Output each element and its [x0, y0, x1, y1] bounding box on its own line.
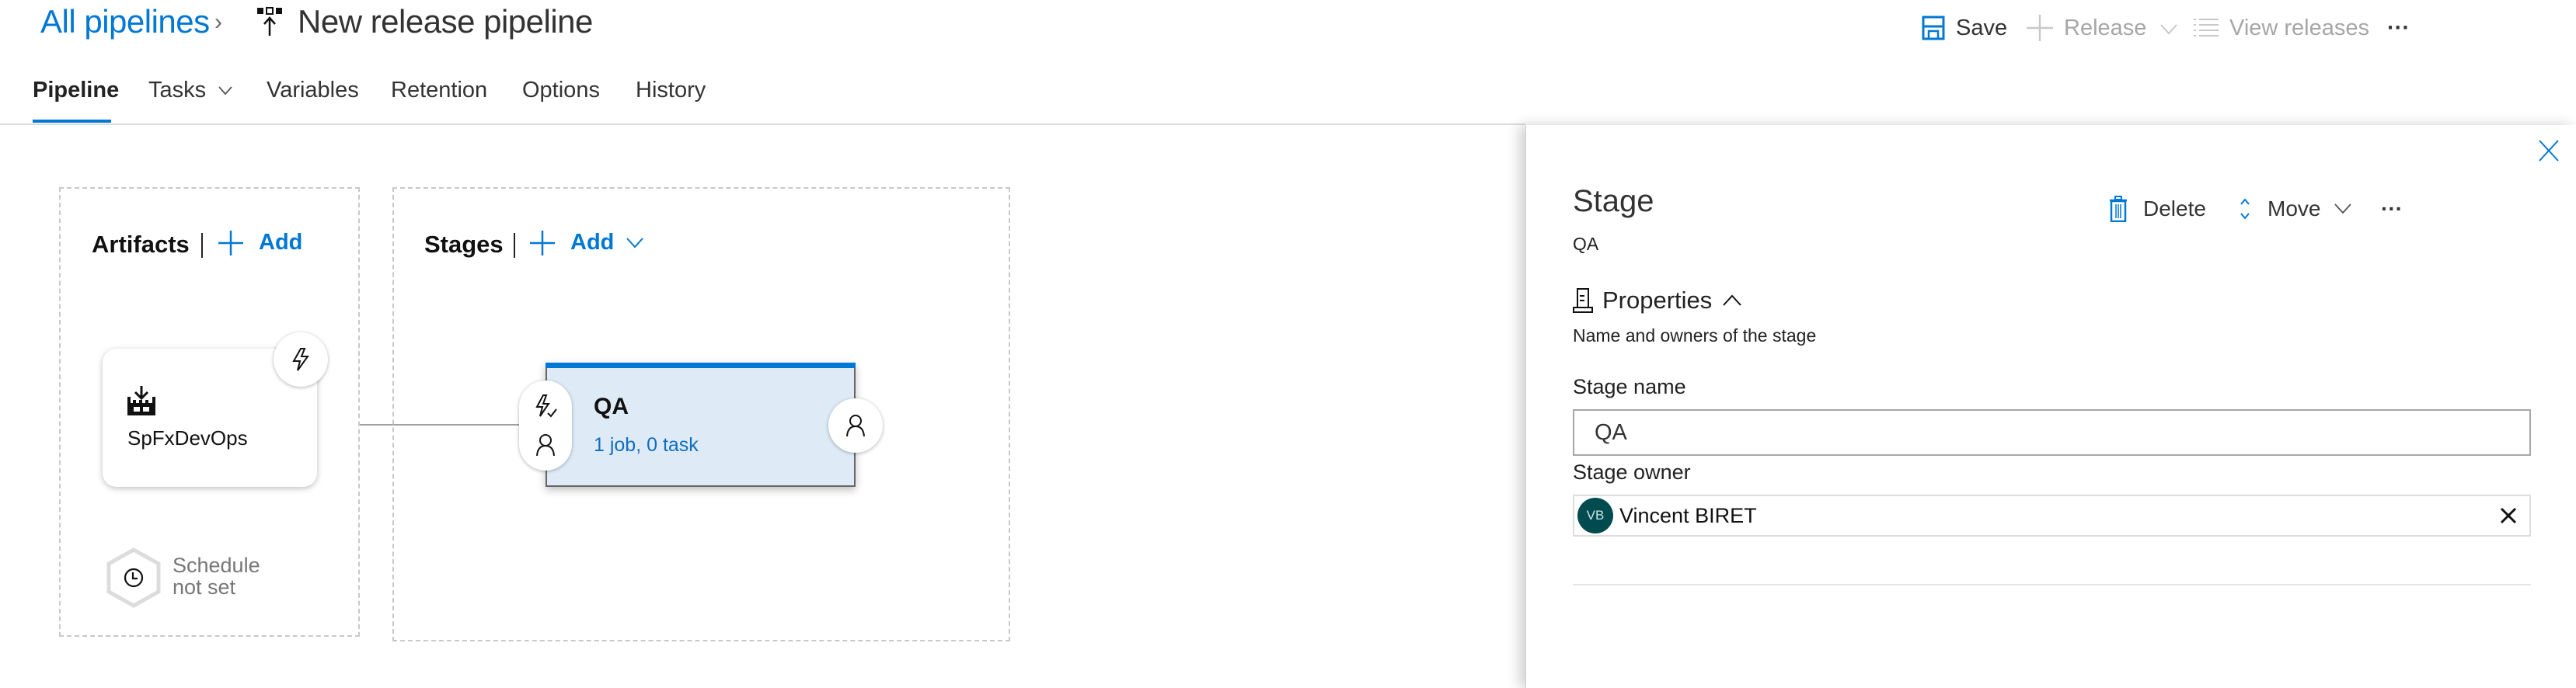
- tab-tasks[interactable]: Tasks: [148, 78, 232, 103]
- breadcrumb-separator-icon: ›: [214, 9, 222, 35]
- section-divider: [1573, 584, 2531, 585]
- stages-title: Stages: [424, 231, 504, 258]
- build-artifact-icon: [127, 386, 155, 415]
- stage-name: QA: [594, 394, 629, 419]
- delete-label: Delete: [2143, 196, 2206, 221]
- properties-description: Name and owners of the stage: [1573, 325, 1817, 346]
- stage-card-qa[interactable]: QA 1 job, 0 task: [546, 363, 856, 487]
- tab-variables[interactable]: Variables: [267, 78, 359, 103]
- stage-owner-label: Stage owner: [1573, 460, 1691, 484]
- schedule-line-2: not set: [173, 575, 236, 599]
- chevron-down-icon: [2160, 16, 2178, 41]
- plus-icon: [2027, 15, 2053, 41]
- artifacts-title: Artifacts: [92, 231, 190, 258]
- add-artifact-label: Add: [259, 230, 303, 255]
- add-stage-button[interactable]: Add: [530, 230, 644, 255]
- active-tab-indicator: [33, 120, 111, 123]
- schedule-button[interactable]: [106, 547, 162, 608]
- view-releases-label: View releases: [2229, 15, 2370, 40]
- lightning-icon: [292, 348, 309, 371]
- chevron-down-icon: [626, 237, 644, 248]
- chevron-up-icon: [1723, 294, 1742, 306]
- move-label: Move: [2268, 196, 2321, 221]
- post-approvals-person-icon: [846, 415, 865, 437]
- release-label: Release: [2064, 15, 2147, 40]
- pre-approvals-person-icon[interactable]: [535, 433, 556, 457]
- artifact-trigger-button[interactable]: [274, 332, 328, 387]
- properties-section-toggle[interactable]: Properties: [1573, 287, 1742, 314]
- add-stage-label: Add: [570, 230, 615, 255]
- more-actions-button[interactable]: ···: [2387, 11, 2410, 45]
- properties-title: Properties: [1602, 287, 1713, 314]
- tab-tasks-label: Tasks: [148, 78, 207, 103]
- save-icon: [1922, 16, 1945, 40]
- stage-selected-bar: [546, 363, 856, 368]
- title-separator: [201, 233, 203, 258]
- release-pipeline-icon: [257, 7, 282, 36]
- owner-name: Vincent BIRET: [1619, 503, 1757, 527]
- view-releases-button[interactable]: View releases: [2194, 11, 2369, 45]
- plus-icon: [218, 230, 243, 255]
- delete-stage-button[interactable]: Delete: [2109, 192, 2206, 226]
- clear-owner-icon[interactable]: [2500, 507, 2517, 524]
- list-icon: [2194, 18, 2219, 38]
- stage-name-input[interactable]: [1573, 409, 2531, 456]
- release-button[interactable]: Release: [2027, 11, 2178, 45]
- save-label: Save: [1956, 15, 2008, 40]
- tab-history[interactable]: History: [636, 78, 706, 103]
- up-down-icon: [2240, 198, 2250, 220]
- schedule-status: Schedule not set: [173, 554, 260, 598]
- stage-owner-field[interactable]: VB Vincent BIRET: [1573, 495, 2531, 537]
- save-button[interactable]: Save: [1922, 11, 2007, 45]
- post-deployment-conditions[interactable]: [828, 398, 883, 453]
- artifact-name: SpFxDevOps: [127, 426, 248, 450]
- trash-icon: [2110, 196, 2127, 222]
- tab-pipeline[interactable]: Pipeline: [33, 78, 119, 103]
- stage-details-panel: Stage QA Delete Move ··· Properties Name…: [1525, 125, 2576, 688]
- chevron-down-icon: [2334, 203, 2352, 214]
- panel-title: Stage: [1573, 184, 1654, 218]
- move-stage-button[interactable]: Move: [2240, 192, 2352, 226]
- stage-name-label: Stage name: [1573, 375, 1686, 398]
- trigger-lightning-icon[interactable]: [535, 394, 558, 419]
- tab-retention[interactable]: Retention: [391, 78, 487, 103]
- plus-icon: [530, 230, 555, 255]
- avatar: VB: [1577, 498, 1613, 533]
- tab-options[interactable]: Options: [522, 78, 600, 103]
- close-panel-icon[interactable]: [2538, 139, 2560, 162]
- pre-deployment-conditions[interactable]: [519, 380, 572, 471]
- page-title: New release pipeline: [298, 3, 593, 40]
- title-separator: [514, 233, 515, 258]
- breadcrumb-all-pipelines[interactable]: All pipelines: [40, 3, 210, 40]
- panel-subtitle: QA: [1573, 234, 1599, 254]
- panel-more-button[interactable]: ···: [2381, 192, 2403, 226]
- stage-summary-link[interactable]: 1 job, 0 task: [594, 434, 699, 457]
- schedule-line-1: Schedule: [173, 554, 260, 577]
- add-artifact-button[interactable]: Add: [218, 230, 302, 255]
- tab-divider: [0, 123, 1525, 125]
- properties-icon: [1573, 288, 1593, 313]
- chevron-down-icon: [218, 86, 232, 96]
